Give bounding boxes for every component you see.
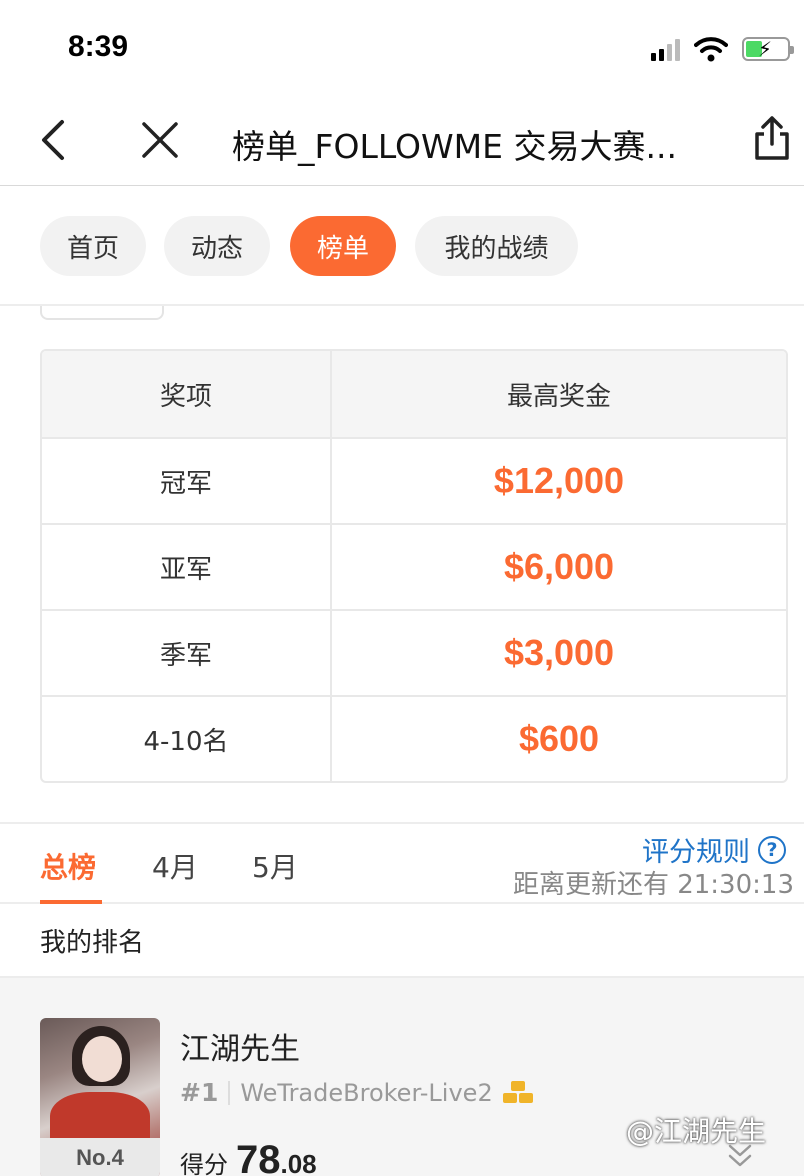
tab-home[interactable]: 首页 bbox=[40, 216, 146, 276]
award-name: 4-10名 bbox=[42, 697, 332, 781]
tab-my-record[interactable]: 我的战绩 bbox=[415, 216, 578, 276]
prize-amount: $12,000 bbox=[493, 460, 625, 501]
tab-overall[interactable]: 总榜 bbox=[40, 846, 96, 886]
score-decimal: .08 bbox=[280, 1149, 317, 1176]
award-name: 亚军 bbox=[42, 525, 332, 609]
tab-leaderboard[interactable]: 榜单 bbox=[290, 216, 396, 276]
table-row: 季军 $3,000 bbox=[42, 609, 786, 695]
rank-badge: No.4 bbox=[40, 1138, 160, 1176]
battery-charging-icon: ⚡ bbox=[742, 37, 794, 61]
avatar[interactable]: No.4 bbox=[40, 1018, 160, 1176]
tab-april[interactable]: 4月 bbox=[152, 846, 198, 886]
ranking-tabs: 总榜 4月 5月 评分规则 ? 距离更新还有 21:30:13 bbox=[0, 822, 804, 904]
my-rank-heading: 我的排名 bbox=[40, 928, 145, 958]
prize-amount: $600 bbox=[518, 718, 600, 759]
partial-element bbox=[40, 306, 164, 320]
help-icon: ? bbox=[758, 835, 786, 864]
chevron-double-down-icon[interactable] bbox=[726, 1140, 754, 1170]
status-time: 8:39 bbox=[68, 30, 129, 63]
broker-name: WeTradeBroker-Live2 bbox=[240, 1078, 493, 1107]
score: 得分 78 .08 bbox=[180, 1138, 317, 1176]
tab-bar: 首页 动态 榜单 我的战绩 bbox=[0, 186, 804, 306]
tab-may[interactable]: 5月 bbox=[252, 846, 298, 886]
account-rank: #1 bbox=[180, 1078, 219, 1107]
score-label: 得分 bbox=[180, 1151, 228, 1176]
share-icon[interactable] bbox=[752, 114, 792, 162]
divider bbox=[228, 1080, 231, 1105]
status-icons: ⚡ bbox=[651, 36, 794, 62]
page-title: 榜单_FOLLOWME 交易大赛... bbox=[232, 127, 677, 166]
table-row: 亚军 $6,000 bbox=[42, 523, 786, 609]
award-name: 季军 bbox=[42, 611, 332, 695]
user-name[interactable]: 江湖先生 bbox=[180, 1024, 300, 1068]
back-icon[interactable] bbox=[36, 116, 76, 164]
prize-amount: $3,000 bbox=[503, 632, 615, 673]
status-bar: 8:39 ⚡ bbox=[0, 0, 804, 96]
prize-amount: $6,000 bbox=[503, 546, 615, 587]
signal-icon bbox=[651, 37, 680, 61]
prize-table: 奖项 最高奖金 冠军 $12,000 亚军 $6,000 季军 $3,000 4… bbox=[40, 349, 788, 783]
active-tab-indicator bbox=[40, 900, 102, 904]
header-award: 奖项 bbox=[42, 351, 332, 437]
prize-table-header: 奖项 最高奖金 bbox=[42, 351, 786, 437]
update-countdown: 距离更新还有 21:30:13 bbox=[512, 870, 794, 900]
table-row: 冠军 $12,000 bbox=[42, 437, 786, 523]
tab-feed[interactable]: 动态 bbox=[164, 216, 270, 276]
table-row: 4-10名 $600 bbox=[42, 695, 786, 781]
wifi-icon bbox=[694, 37, 728, 62]
score-integer: 78 bbox=[236, 1138, 281, 1176]
account-meta: #1 WeTradeBroker-Live2 bbox=[180, 1078, 533, 1107]
award-name: 冠军 bbox=[42, 439, 332, 523]
gold-bars-icon bbox=[502, 1080, 533, 1105]
close-icon[interactable] bbox=[138, 118, 182, 162]
header-max-prize: 最高奖金 bbox=[506, 381, 611, 412]
nav-bar: 榜单_FOLLOWME 交易大赛... bbox=[0, 96, 804, 186]
